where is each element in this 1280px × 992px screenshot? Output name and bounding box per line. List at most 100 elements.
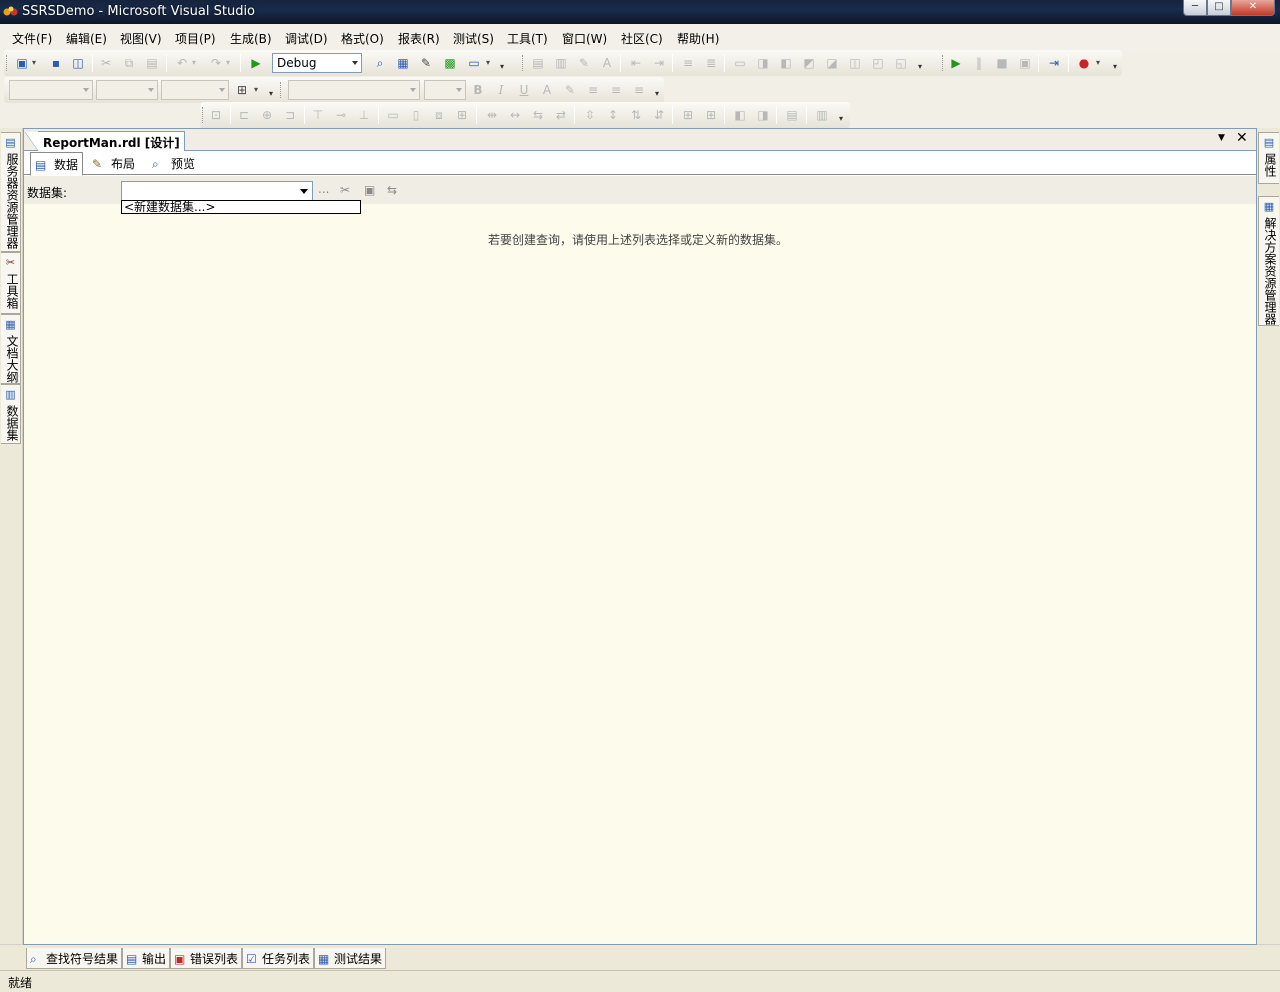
format-icon[interactable]: ✎ <box>576 55 592 71</box>
horizontal-spacing-equal-icon[interactable]: ⇹ <box>484 107 500 123</box>
tab-test-results[interactable]: ▦ 测试结果 <box>314 948 387 969</box>
maximize-button[interactable]: □ <box>1207 0 1231 16</box>
breakpoints-icon[interactable]: ● <box>1076 55 1092 71</box>
datasets-tab[interactable]: ▥ 数据集 <box>1 384 21 444</box>
style-select[interactable] <box>9 80 93 100</box>
solution-explorer-tab[interactable]: ▦ 解决方案资源管理器 <box>1258 196 1279 326</box>
align-right-icon[interactable]: ≡ <box>631 82 647 98</box>
font-size-2-select[interactable] <box>424 80 466 100</box>
toolbar-overflow-icon[interactable]: ▾ <box>652 81 662 101</box>
remove-horizontal-spacing-icon[interactable]: ⇄ <box>553 107 569 123</box>
next-bookmark-icon[interactable]: ◧ <box>778 55 794 71</box>
align-lefts-icon[interactable]: ⊏ <box>236 107 252 123</box>
dataset-dropdown-option[interactable]: <新建数据集...> <box>121 200 361 214</box>
delete-dataset-icon[interactable]: ✂ <box>340 183 350 197</box>
next-bookmark-doc-icon[interactable]: ◰ <box>870 55 886 71</box>
borders-icon[interactable]: ⊞ <box>234 82 250 98</box>
breakpoints-dropdown-icon[interactable]: ▾ <box>1094 55 1102 71</box>
align-left-icon[interactable]: ≡ <box>585 82 601 98</box>
spelling-icon[interactable]: A <box>599 55 615 71</box>
prev-bookmark-folder-icon[interactable]: ◩ <box>801 55 817 71</box>
menu-file[interactable]: 文件(F) <box>12 30 52 47</box>
menu-edit[interactable]: 编辑(E) <box>66 30 107 47</box>
toolbar-overflow-icon[interactable]: ▾ <box>915 54 925 74</box>
show-next-statement-icon[interactable]: ⇥ <box>1046 55 1062 71</box>
new-project-dropdown-icon[interactable]: ▾ <box>30 55 38 71</box>
menu-project[interactable]: 项目(P) <box>175 30 216 47</box>
undo-dropdown-icon[interactable]: ▾ <box>190 55 198 71</box>
toolbar-overflow-icon[interactable]: ▾ <box>266 81 276 101</box>
tab-task-list[interactable]: ☑ 任务列表 <box>242 948 315 969</box>
center-horizontally-icon[interactable]: ⊞ <box>680 107 696 123</box>
copy-icon[interactable]: ⧉ <box>121 55 137 71</box>
bring-to-front-icon[interactable]: ◧ <box>732 107 748 123</box>
toolbar-grip[interactable] <box>942 55 945 71</box>
tab-order-icon[interactable]: ▤ <box>784 107 800 123</box>
tab-data[interactable]: ▤ 数据 <box>30 152 84 176</box>
toolbar-grip[interactable] <box>202 107 205 123</box>
document-tab[interactable]: ReportMan.rdl [设计] <box>25 131 185 152</box>
decrease-vertical-spacing-icon[interactable]: ⇅ <box>628 107 644 123</box>
toolbar-overflow-icon[interactable]: ▾ <box>836 106 846 126</box>
save-icon[interactable]: ▪ <box>48 55 64 71</box>
tab-output[interactable]: ▤ 输出 <box>122 948 171 969</box>
cut-icon[interactable]: ✂ <box>98 55 114 71</box>
toolbar-overflow-icon[interactable]: ▾ <box>497 54 507 74</box>
align-lines-icon[interactable]: ≡ <box>680 55 696 71</box>
edit-dataset-button[interactable]: ... <box>318 182 329 196</box>
align-center-icon[interactable]: ≡ <box>608 82 624 98</box>
increase-horizontal-spacing-icon[interactable]: ↔ <box>507 107 523 123</box>
align-rights-icon[interactable]: ⊐ <box>282 107 298 123</box>
start-debugging-icon[interactable]: ▶ <box>248 55 264 71</box>
make-same-width-icon[interactable]: ▭ <box>385 107 401 123</box>
prev-bookmark-doc-icon[interactable]: ◫ <box>847 55 863 71</box>
paste-icon[interactable]: ▤ <box>144 55 160 71</box>
server-explorer-tab[interactable]: ▤ 服务器资源管理器 <box>1 132 21 252</box>
solution-configuration-select[interactable]: Debug <box>272 53 362 73</box>
menu-view[interactable]: 视图(V) <box>120 30 162 47</box>
menu-debug[interactable]: 调试(D) <box>285 30 328 47</box>
menu-help[interactable]: 帮助(H) <box>677 30 719 47</box>
menu-tools[interactable]: 工具(T) <box>507 30 548 47</box>
toolbar-overflow-icon[interactable]: ▾ <box>1110 54 1120 74</box>
object-browser-icon[interactable]: ▩ <box>442 55 458 71</box>
clear-bookmarks-icon[interactable]: ◱ <box>893 55 909 71</box>
bold-button[interactable]: B <box>470 82 486 98</box>
query-design-surface[interactable]: 若要创建查询，请使用上述列表选择或定义新的数据集。 <box>24 204 1256 944</box>
align-to-grid-icon[interactable]: ⊡ <box>208 107 224 123</box>
font-family-select[interactable] <box>288 80 420 100</box>
comment-icon[interactable]: ▤ <box>530 55 546 71</box>
run-icon[interactable]: ▶ <box>948 55 964 71</box>
tab-find-symbol-results[interactable]: ⌕ 查找符号结果 <box>26 948 123 969</box>
make-same-size-icon[interactable]: ⧈ <box>431 107 447 123</box>
align-middles-icon[interactable]: ⊸ <box>333 107 349 123</box>
window-position-icon[interactable]: ▼ <box>1218 133 1225 143</box>
properties-window-icon[interactable]: ✎ <box>418 55 434 71</box>
close-button[interactable]: ✕ <box>1231 0 1275 16</box>
menu-test[interactable]: 测试(S) <box>453 30 494 47</box>
outdent-icon[interactable]: ⇤ <box>628 55 644 71</box>
redo-icon[interactable]: ↷ <box>208 55 224 71</box>
minimize-button[interactable]: ─ <box>1183 0 1207 16</box>
vertical-spacing-equal-icon[interactable]: ⇳ <box>582 107 598 123</box>
font-select[interactable] <box>96 80 158 100</box>
tab-layout[interactable]: ✎ 布局 <box>88 152 139 174</box>
remove-vertical-spacing-icon[interactable]: ⇵ <box>651 107 667 123</box>
increase-vertical-spacing-icon[interactable]: ↕ <box>605 107 621 123</box>
properties-tab[interactable]: ▤ 属性 <box>1258 132 1279 184</box>
window-dropdown-icon[interactable]: ▾ <box>484 55 492 71</box>
uncomment-icon[interactable]: ▥ <box>553 55 569 71</box>
restart-icon[interactable]: ▣ <box>1017 55 1033 71</box>
make-same-height-icon[interactable]: ▯ <box>408 107 424 123</box>
undo-icon[interactable]: ↶ <box>174 55 190 71</box>
save-all-icon[interactable]: ◫ <box>70 55 86 71</box>
bookmark-icon[interactable]: ▭ <box>732 55 748 71</box>
italic-button[interactable]: I <box>493 82 509 98</box>
underline-button[interactable]: U <box>516 82 532 98</box>
run-query-icon[interactable]: ⇆ <box>387 183 397 197</box>
align-bottoms-icon[interactable]: ⊥ <box>356 107 372 123</box>
borders-dropdown-icon[interactable]: ▾ <box>252 82 260 98</box>
toolbox-tab[interactable]: ✂ 工具箱 <box>1 252 21 314</box>
stop-icon[interactable]: ■ <box>994 55 1010 71</box>
close-document-icon[interactable]: ✕ <box>1236 130 1248 146</box>
